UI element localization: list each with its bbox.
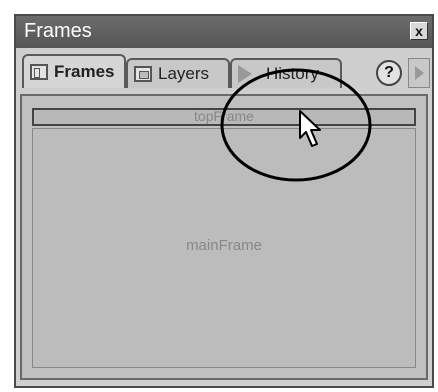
history-icon	[238, 65, 252, 83]
panel-title: Frames	[24, 20, 92, 42]
tab-history[interactable]: History	[230, 58, 342, 88]
tab-layers-label: Layers	[158, 64, 210, 83]
close-button[interactable]: x	[410, 22, 428, 40]
main-frame[interactable]: mainFrame	[32, 128, 416, 368]
tab-frames-label: Frames	[54, 62, 115, 81]
tab-history-label: History	[266, 64, 319, 83]
layers-icon	[134, 66, 152, 82]
frames-panel: Frames x Frames Layers History ? topFram…	[14, 14, 434, 388]
chevron-right-icon[interactable]	[408, 58, 430, 88]
main-frame-label: mainFrame	[186, 237, 262, 254]
tab-bar: Frames Layers History ?	[16, 48, 432, 94]
tab-layers[interactable]: Layers	[126, 58, 230, 88]
top-frame-label: topFrame	[194, 108, 254, 124]
tab-frames[interactable]: Frames	[22, 54, 126, 88]
frames-icon	[30, 64, 48, 80]
frames-content: topFrame mainFrame	[20, 94, 428, 380]
top-frame[interactable]: topFrame	[32, 108, 416, 126]
panel-titlebar[interactable]: Frames x	[16, 16, 432, 48]
help-button[interactable]: ?	[376, 60, 402, 86]
